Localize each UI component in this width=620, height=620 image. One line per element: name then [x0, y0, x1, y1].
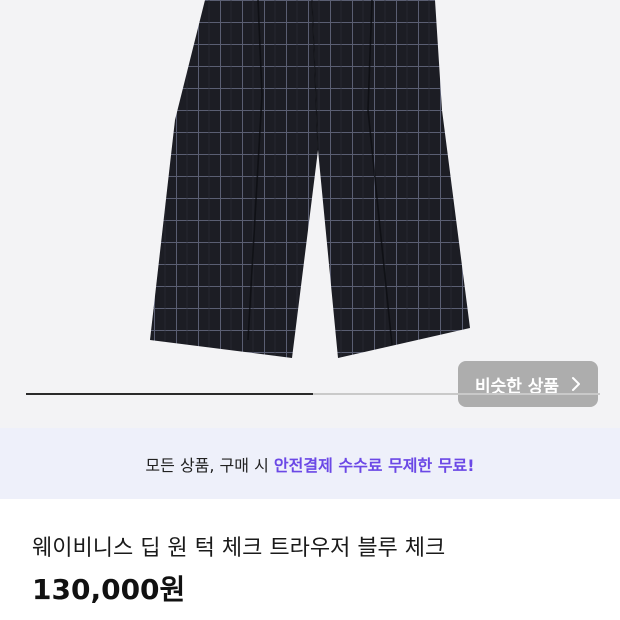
gallery-progress-bar: [26, 393, 600, 395]
similar-products-button[interactable]: 비슷한 상품: [458, 361, 598, 407]
safe-payment-promo-banner[interactable]: 모든 상품, 구매 시 안전결제 수수료 무제한 무료!: [0, 428, 620, 499]
promo-highlight: 안전결제 수수료 무제한 무료!: [273, 455, 475, 475]
gallery-progress-fill: [26, 393, 313, 395]
product-title: 웨이비니스 딥 원 턱 체크 트라우저 블루 체크: [32, 536, 446, 561]
product-image-gallery[interactable]: 비슷한 상품: [0, 0, 620, 428]
product-price: 130,000원: [32, 573, 186, 606]
chevron-right-icon: [571, 376, 581, 392]
promo-text: 모든 상품, 구매 시: [145, 455, 274, 475]
